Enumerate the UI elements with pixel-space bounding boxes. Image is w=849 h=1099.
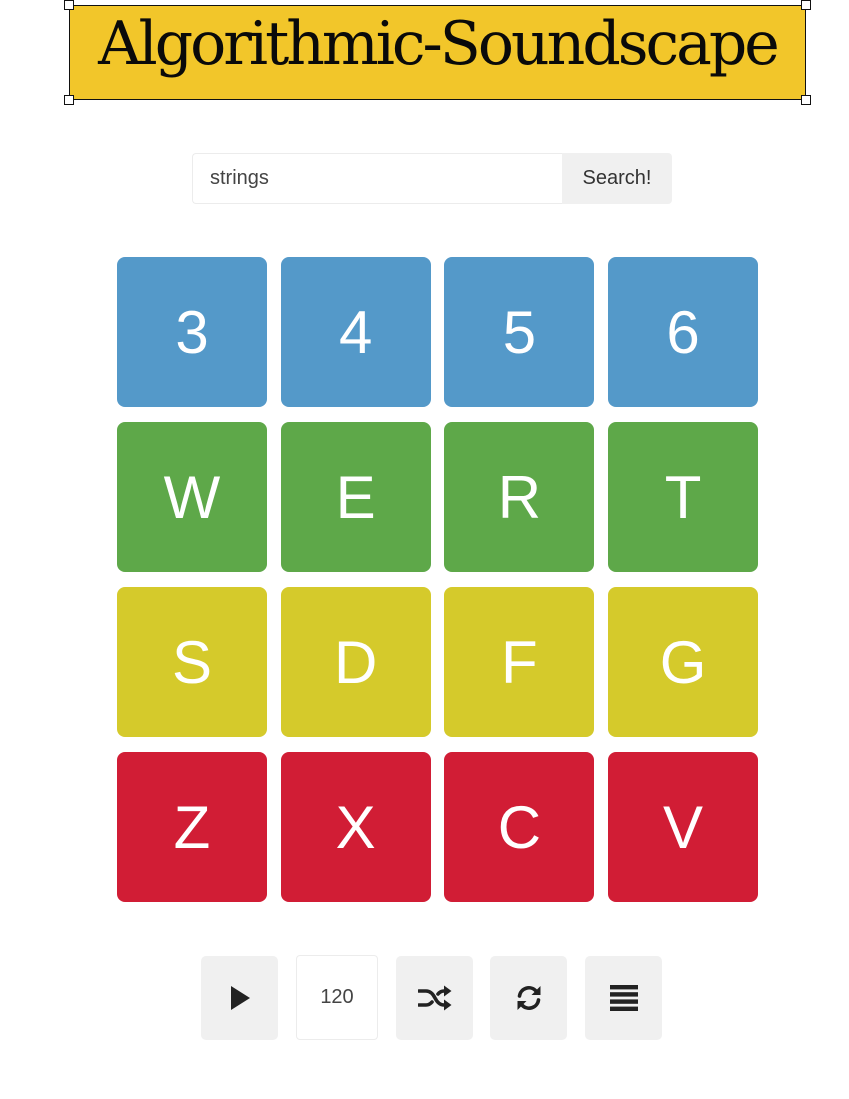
menu-button[interactable]	[585, 956, 662, 1040]
resize-handle-top-right[interactable]	[801, 0, 811, 10]
pad-r[interactable]: R	[444, 422, 595, 572]
pad-z[interactable]: Z	[117, 752, 267, 902]
pad-f[interactable]: F	[444, 587, 595, 737]
shuffle-button[interactable]	[396, 956, 473, 1040]
pad-label: R	[497, 463, 542, 531]
pad-v[interactable]: V	[608, 752, 759, 902]
pad-3[interactable]: 3	[117, 257, 267, 407]
refresh-button[interactable]	[490, 956, 567, 1040]
pad-label: V	[663, 793, 704, 861]
shuffle-icon	[417, 985, 452, 1011]
pad-d[interactable]: D	[280, 587, 431, 737]
pad-label: 6	[666, 298, 700, 366]
pad-label: F	[501, 628, 538, 696]
pad-label: S	[171, 628, 213, 696]
play-icon	[229, 985, 251, 1011]
pad-s[interactable]: S	[117, 587, 267, 737]
play-button[interactable]	[201, 956, 278, 1040]
search-button[interactable]: Search!	[562, 153, 672, 204]
resize-handle-bottom-right[interactable]	[801, 95, 811, 105]
pad-label: T	[664, 463, 702, 531]
search-input[interactable]	[192, 153, 563, 204]
pad-g[interactable]: G	[608, 587, 759, 737]
pad-label: 5	[502, 298, 537, 366]
title-banner[interactable]: Algorithmic-Soundscape	[64, 0, 811, 105]
pad-label: C	[497, 793, 542, 861]
resize-handle-top-left[interactable]	[64, 0, 74, 10]
pad-4[interactable]: 4	[280, 257, 431, 407]
pad-label: X	[335, 793, 376, 861]
pad-e[interactable]: E	[280, 422, 431, 572]
pad-label: 4	[339, 298, 373, 366]
pad-label: 3	[175, 298, 209, 366]
transport-controls	[0, 955, 849, 1041]
pad-c[interactable]: C	[444, 752, 595, 902]
pad-x[interactable]: X	[280, 752, 431, 902]
pad-label: E	[335, 463, 376, 531]
pad-label: W	[163, 463, 221, 531]
bpm-input[interactable]	[296, 955, 378, 1040]
pad-w[interactable]: W	[117, 422, 267, 572]
page-title: Algorithmic-Soundscape	[98, 9, 780, 79]
pad-label: D	[334, 628, 378, 696]
pad-t[interactable]: T	[608, 422, 759, 572]
pad-label: G	[659, 628, 707, 696]
pad-6[interactable]: 6	[608, 257, 759, 407]
sound-pad-grid: 3 4 5 6 W E R T S D F G Z X C V	[117, 257, 759, 902]
menu-icon	[609, 984, 638, 1012]
resize-handle-bottom-left[interactable]	[64, 95, 74, 105]
pad-5[interactable]: 5	[444, 257, 595, 407]
pad-label: Z	[173, 793, 211, 861]
refresh-icon	[514, 983, 544, 1013]
